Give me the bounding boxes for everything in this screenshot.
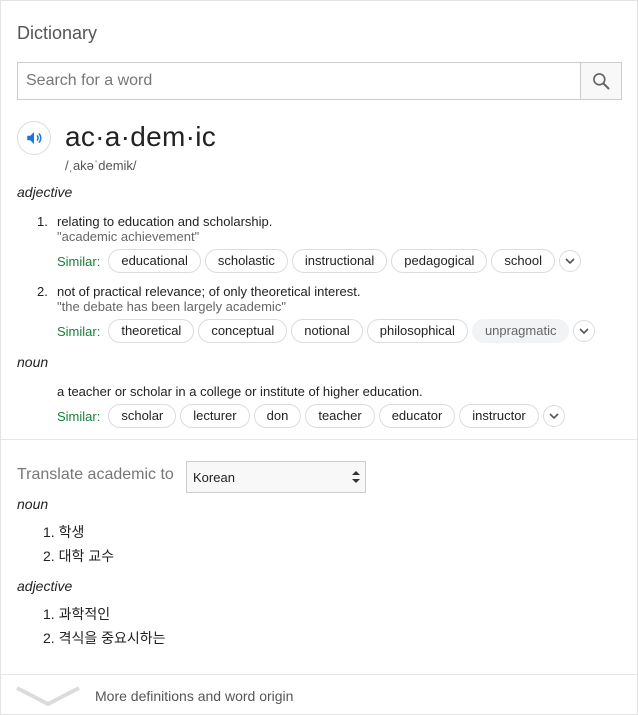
translation-item: 1. 과학적인 xyxy=(43,606,111,622)
chevron-down-icon xyxy=(579,328,590,335)
similar-chip[interactable]: school xyxy=(491,249,555,273)
expand-similar-button[interactable] xyxy=(573,320,596,342)
footer-divider xyxy=(1,674,638,675)
similar-chip[interactable]: lecturer xyxy=(180,404,250,428)
similar-label: Similar: xyxy=(57,408,101,424)
similar-label: Similar: xyxy=(57,323,101,339)
similar-chip[interactable]: instructional xyxy=(291,249,388,273)
dictionary-card: Dictionary ac·a·dem·ic /ˌakəˈdemik/ adje… xyxy=(0,0,638,715)
chevron-down-icon xyxy=(565,258,575,265)
similar-row: Similar: educational scholastic instruct… xyxy=(57,249,581,273)
translation-item: 1. 학생 xyxy=(43,524,85,540)
definition-example: "the debate has been largely academic" xyxy=(57,299,286,314)
similar-chip[interactable]: scholar xyxy=(108,404,177,428)
language-select-value: Korean xyxy=(193,469,235,485)
search-button[interactable] xyxy=(580,63,621,99)
chevron-down-icon xyxy=(549,413,559,420)
definition-text: a teacher or scholar in a college or ins… xyxy=(57,384,423,399)
similar-chip[interactable]: scholastic xyxy=(204,249,288,273)
translation-item: 2. 격식을 중요시하는 xyxy=(43,630,166,646)
translate-pos-noun: noun xyxy=(17,496,49,512)
select-arrows-icon xyxy=(347,470,365,484)
more-definitions-link[interactable]: More definitions and word origin xyxy=(95,688,293,704)
language-select[interactable]: Korean xyxy=(186,461,366,493)
similar-chip[interactable]: educator xyxy=(378,404,456,428)
expand-similar-button[interactable] xyxy=(559,250,581,272)
pronunciation-button[interactable] xyxy=(17,121,51,155)
headword: ac·a·dem·ic xyxy=(65,121,217,152)
search-icon xyxy=(593,73,610,90)
definition-number: 2. xyxy=(37,284,48,299)
definition-text: relating to education and scholarship. xyxy=(57,214,273,229)
definition-number: 1. xyxy=(37,214,48,229)
similar-label: Similar: xyxy=(57,253,101,269)
part-of-speech-adjective: adjective xyxy=(17,184,73,200)
translate-label: Translate academic to xyxy=(17,466,174,483)
similar-chip[interactable]: teacher xyxy=(305,404,375,428)
phonetic: /ˌakəˈdemik/ xyxy=(65,158,137,173)
similar-chip[interactable]: educational xyxy=(108,249,201,273)
expand-similar-button[interactable] xyxy=(542,405,565,427)
similar-row: Similar: scholar lecturer don teacher ed… xyxy=(57,404,565,428)
search-input[interactable] xyxy=(18,63,580,99)
similar-chip[interactable]: don xyxy=(253,404,302,428)
translate-pos-adjective: adjective xyxy=(17,578,73,594)
part-of-speech-noun: noun xyxy=(17,354,49,370)
chevron-down-icon[interactable] xyxy=(15,684,81,708)
search-bar xyxy=(17,62,622,100)
similar-row: Similar: theoretical conceptual notional… xyxy=(57,319,596,343)
similar-chip[interactable]: theoretical xyxy=(108,319,195,343)
section-divider xyxy=(1,439,638,440)
similar-chip[interactable]: philosophical xyxy=(366,319,468,343)
similar-chip[interactable]: instructor xyxy=(459,404,539,428)
definition-example: "academic achievement" xyxy=(57,229,200,244)
speaker-icon xyxy=(27,132,42,144)
definition-text: not of practical relevance; of only theo… xyxy=(57,284,361,299)
similar-chip[interactable]: pedagogical xyxy=(391,249,488,273)
translation-item: 2. 대학 교수 xyxy=(43,548,114,564)
card-title: Dictionary xyxy=(17,23,98,43)
similar-chip[interactable]: unpragmatic xyxy=(471,319,570,343)
similar-chip[interactable]: notional xyxy=(291,319,363,343)
similar-chip[interactable]: conceptual xyxy=(198,319,288,343)
